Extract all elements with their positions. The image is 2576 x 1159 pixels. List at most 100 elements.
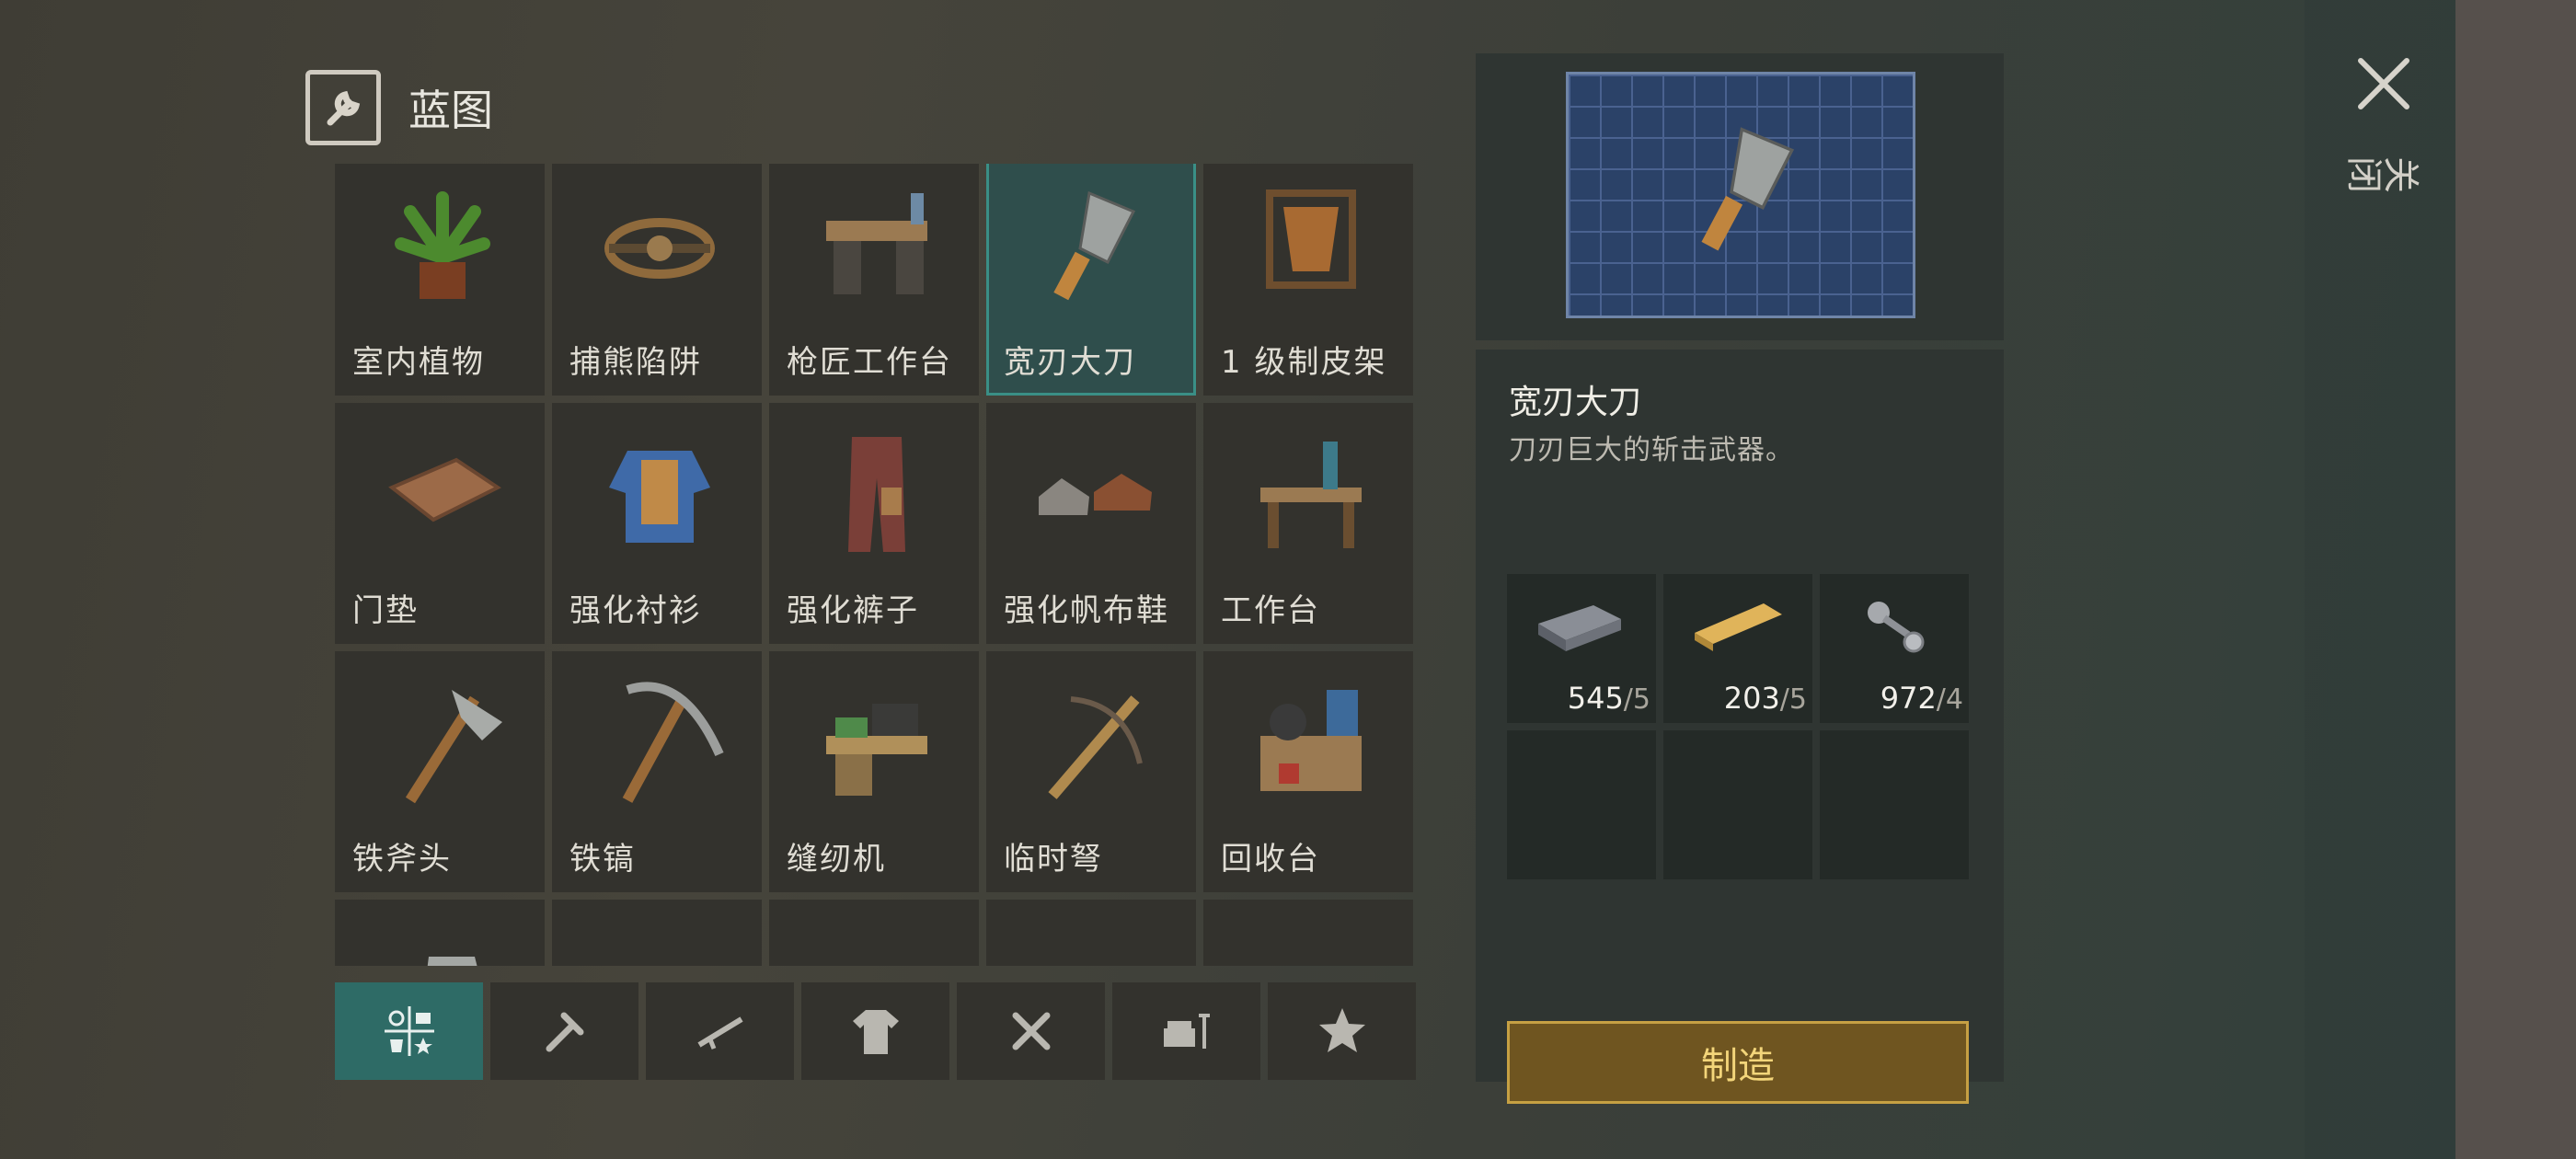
material-have: 203 xyxy=(1723,681,1780,716)
item-label: 室内植物 xyxy=(352,344,485,381)
blueprint-grid[interactable]: 室内植物 捕熊陷阱 枪匠工作台 宽刃大刀 1 级制皮架 门垫 强化衬衫 强化裤子… xyxy=(335,164,1413,966)
crafting-icon xyxy=(1012,1012,1050,1050)
iron-axe-icon xyxy=(365,663,520,818)
sewing-machine-icon xyxy=(799,663,954,818)
armored-sneakers-icon xyxy=(1017,415,1171,569)
item-label: 捕熊陷阱 xyxy=(569,344,702,381)
item-label: 枪匠工作台 xyxy=(787,344,952,381)
item-label: 强化裤子 xyxy=(787,592,919,629)
close-label[interactable]: 关闭 xyxy=(2347,150,2421,198)
item-description: 刀刃巨大的斩击武器。 xyxy=(1509,434,1794,466)
bear-trap-icon xyxy=(582,166,737,321)
blueprint-item-armored-sneakers[interactable]: 强化帆布鞋 xyxy=(986,403,1196,644)
tab-favorites[interactable] xyxy=(1268,982,1416,1080)
close-button[interactable] xyxy=(2352,52,2416,116)
crossbow-icon xyxy=(1017,663,1171,818)
blueprint-item-beanie[interactable] xyxy=(552,900,762,966)
all-categories-icon xyxy=(384,1006,434,1056)
blueprint-item-workbench[interactable]: 工作台 xyxy=(1203,403,1413,644)
blueprint-item-doormat[interactable]: 门垫 xyxy=(335,403,545,644)
iron-ingot-icon xyxy=(1538,605,1621,651)
potted-plant-icon xyxy=(365,166,520,321)
gunsmith-bench-icon xyxy=(799,166,954,321)
blueprint-item-armored-shirt[interactable]: 强化衬衫 xyxy=(552,403,762,644)
material-slot[interactable]: 972/4 xyxy=(1820,574,1969,723)
jacket-icon xyxy=(799,912,954,966)
blueprint-item-iron-axe[interactable]: 铁斧头 xyxy=(335,651,545,892)
blueprint-item-boots[interactable] xyxy=(1203,900,1413,966)
shovel-icon xyxy=(365,912,520,966)
tab-crafting[interactable] xyxy=(957,982,1105,1080)
tab-furniture[interactable] xyxy=(1112,982,1260,1080)
blueprint-item-jacket[interactable] xyxy=(769,900,979,966)
tanning-rack-icon xyxy=(1234,166,1388,321)
item-label: 回收台 xyxy=(1221,841,1320,878)
item-label: 1 级制皮架 xyxy=(1221,344,1387,381)
beanie-icon xyxy=(582,912,737,966)
item-label: 宽刃大刀 xyxy=(1004,344,1136,381)
close-icon xyxy=(2358,58,2409,109)
blueprint-detail-panel: 宽刃大刀 刀刃巨大的斩击武器。 545/5 203/5 972/4 制造 xyxy=(1476,53,2004,1104)
bolts-nuts-icon xyxy=(1868,602,1925,653)
clothing-icon xyxy=(852,1010,899,1054)
blueprint-item-sewing-machine[interactable]: 缝纫机 xyxy=(769,651,979,892)
tab-all[interactable] xyxy=(335,982,483,1080)
material-need: /5 xyxy=(1779,683,1807,716)
blueprint-item-armored-pants[interactable]: 强化裤子 xyxy=(769,403,979,644)
item-label: 工作台 xyxy=(1221,592,1320,629)
cleaver-icon xyxy=(1017,166,1171,321)
item-name: 宽刃大刀 xyxy=(1509,384,1642,421)
material-slot[interactable]: 545/5 xyxy=(1507,574,1656,723)
recycler-icon xyxy=(1234,663,1388,818)
item-preview xyxy=(1476,53,2004,340)
cleaver-icon xyxy=(1701,127,1795,251)
materials-grid: 545/5 203/5 972/4 xyxy=(1507,574,1969,879)
empty-material-slot xyxy=(1507,730,1656,879)
material-have: 545 xyxy=(1567,681,1624,716)
tab-clothing[interactable] xyxy=(801,982,949,1080)
favorites-icon xyxy=(1318,1008,1365,1052)
wooden-plank-icon xyxy=(1695,603,1782,651)
armored-pants-icon xyxy=(799,415,954,569)
material-need: /4 xyxy=(1936,683,1963,716)
blueprint-item-cleaver[interactable]: 宽刃大刀 xyxy=(986,164,1196,396)
material-slot[interactable]: 203/5 xyxy=(1663,574,1812,723)
edge-strip xyxy=(2455,0,2576,1159)
item-label: 铁镐 xyxy=(569,841,636,878)
blueprint-item-iron-pickaxe[interactable]: 铁镐 xyxy=(552,651,762,892)
blueprint-item-potted-plant[interactable]: 室内植物 xyxy=(335,164,545,396)
item-label: 强化衬衫 xyxy=(569,592,702,629)
jeans-icon xyxy=(1017,912,1171,966)
page-title: 蓝图 xyxy=(408,86,493,135)
blueprint-item-gunsmith-bench[interactable]: 枪匠工作台 xyxy=(769,164,979,396)
material-need: /5 xyxy=(1623,683,1650,716)
boots-icon xyxy=(1234,912,1388,966)
tools-icon xyxy=(546,1012,583,1052)
workbench-icon xyxy=(1234,415,1388,569)
blueprint-item-crossbow[interactable]: 临时弩 xyxy=(986,651,1196,892)
blueprint-item-shovel[interactable] xyxy=(335,900,545,966)
empty-material-slot xyxy=(1820,730,1969,879)
empty-material-slot xyxy=(1663,730,1812,879)
item-label: 门垫 xyxy=(352,592,419,629)
item-label: 缝纫机 xyxy=(787,841,886,878)
craft-button[interactable]: 制造 xyxy=(1507,1021,1969,1104)
item-info: 宽刃大刀 刀刃巨大的斩击武器。 545/5 203/5 972/4 制造 xyxy=(1476,350,2004,1104)
item-label: 强化帆布鞋 xyxy=(1004,592,1169,629)
blueprint-wrench-icon xyxy=(305,70,381,145)
blueprint-item-tanning-rack[interactable]: 1 级制皮架 xyxy=(1203,164,1413,396)
weapons-icon xyxy=(696,1016,743,1050)
category-tabs xyxy=(335,982,1416,1080)
blueprint-item-recycler[interactable]: 回收台 xyxy=(1203,651,1413,892)
tab-tools[interactable] xyxy=(490,982,638,1080)
blueprint-item-jeans[interactable] xyxy=(986,900,1196,966)
armored-shirt-icon xyxy=(582,415,737,569)
iron-pickaxe-icon xyxy=(582,663,737,818)
tab-weapons[interactable] xyxy=(646,982,794,1080)
item-label: 铁斧头 xyxy=(352,841,452,878)
material-have: 972 xyxy=(1880,681,1937,716)
furniture-icon xyxy=(1163,1014,1210,1049)
doormat-icon xyxy=(365,415,520,569)
item-label: 临时弩 xyxy=(1004,841,1103,878)
blueprint-item-bear-trap[interactable]: 捕熊陷阱 xyxy=(552,164,762,396)
